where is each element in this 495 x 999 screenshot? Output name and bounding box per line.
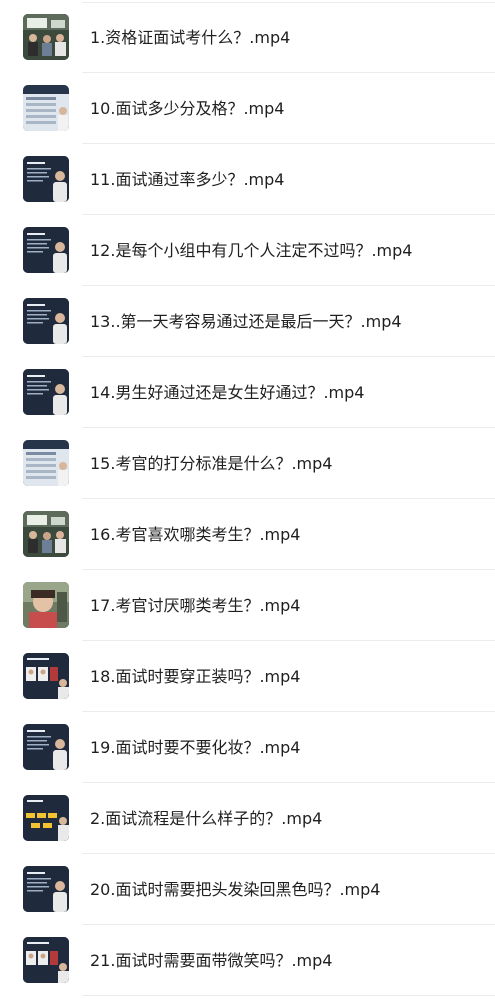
file-name: 17.考官讨厌哪类考生？.mp4 [90, 596, 301, 615]
video-thumbnail [23, 156, 69, 202]
video-thumbnail [23, 724, 69, 770]
file-row[interactable]: 11.面试通过率多少？.mp4 [0, 144, 495, 215]
file-row[interactable]: 12.是每个小组中有几个人注定不过吗？.mp4 [0, 215, 495, 286]
file-row[interactable]: 10.面试多少分及格？.mp4 [0, 73, 495, 144]
file-name: 2.面试流程是什么样子的？.mp4 [90, 809, 323, 828]
divider [82, 995, 495, 996]
video-thumbnail [23, 14, 69, 60]
file-name: 12.是每个小组中有几个人注定不过吗？.mp4 [90, 241, 413, 260]
video-thumbnail [23, 227, 69, 273]
video-file-list: 1.资格证面试考什么？.mp4 10.面试多少分及格？.mp4 11.面试通过率… [0, 2, 495, 996]
file-row[interactable]: 18.面试时要穿正装吗？.mp4 [0, 641, 495, 712]
video-thumbnail [23, 653, 69, 699]
video-thumbnail [23, 298, 69, 344]
file-row[interactable]: 13..第一天考容易通过还是最后一天？.mp4 [0, 286, 495, 357]
file-name: 19.面试时要不要化妆？.mp4 [90, 738, 301, 757]
video-thumbnail [23, 582, 69, 628]
file-row[interactable]: 17.考官讨厌哪类考生？.mp4 [0, 570, 495, 641]
file-row[interactable]: 1.资格证面试考什么？.mp4 [0, 2, 495, 73]
file-name: 16.考官喜欢哪类考生？.mp4 [90, 525, 301, 544]
file-row[interactable]: 14.男生好通过还是女生好通过？.mp4 [0, 357, 495, 428]
file-name: 20.面试时需要把头发染回黑色吗？.mp4 [90, 880, 381, 899]
file-row[interactable]: 16.考官喜欢哪类考生？.mp4 [0, 499, 495, 570]
video-thumbnail [23, 795, 69, 841]
file-name: 18.面试时要穿正装吗？.mp4 [90, 667, 301, 686]
file-name: 11.面试通过率多少？.mp4 [90, 170, 285, 189]
file-name: 13..第一天考容易通过还是最后一天？.mp4 [90, 312, 402, 331]
file-row[interactable]: 20.面试时需要把头发染回黑色吗？.mp4 [0, 854, 495, 925]
file-name: 15.考官的打分标准是什么？.mp4 [90, 454, 333, 473]
file-name: 1.资格证面试考什么？.mp4 [90, 28, 291, 47]
file-name: 14.男生好通过还是女生好通过？.mp4 [90, 383, 365, 402]
file-row[interactable]: 15.考官的打分标准是什么？.mp4 [0, 428, 495, 499]
video-thumbnail [23, 85, 69, 131]
file-row[interactable]: 19.面试时要不要化妆？.mp4 [0, 712, 495, 783]
video-thumbnail [23, 937, 69, 983]
video-thumbnail [23, 369, 69, 415]
file-row[interactable]: 21.面试时需要面带微笑吗？.mp4 [0, 925, 495, 996]
video-thumbnail [23, 511, 69, 557]
file-name: 21.面试时需要面带微笑吗？.mp4 [90, 951, 333, 970]
video-thumbnail [23, 440, 69, 486]
file-row[interactable]: 2.面试流程是什么样子的？.mp4 [0, 783, 495, 854]
video-thumbnail [23, 866, 69, 912]
file-name: 10.面试多少分及格？.mp4 [90, 99, 285, 118]
